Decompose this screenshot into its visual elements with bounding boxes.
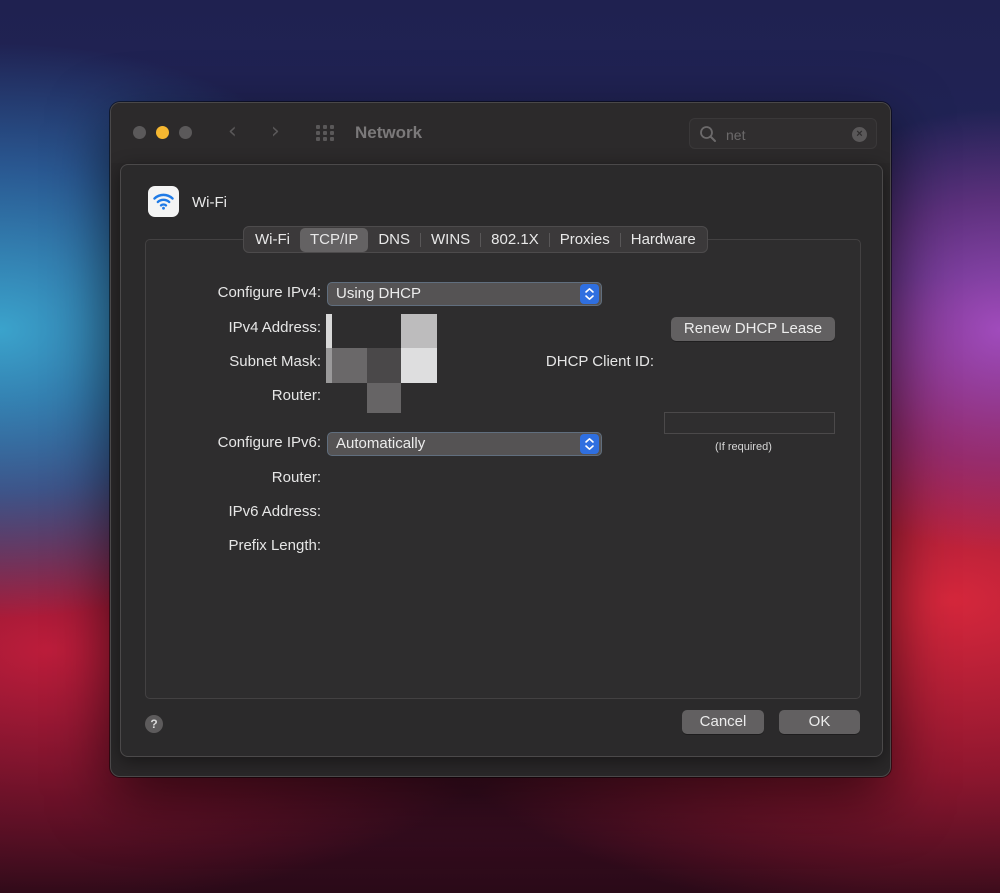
help-button[interactable]: ? — [145, 715, 163, 733]
forward-arrow-icon[interactable]: › — [271, 119, 280, 144]
client-id-note: (If required) — [715, 441, 772, 453]
popup-chevrons-icon — [580, 284, 599, 304]
show-all-grid-icon[interactable] — [316, 125, 336, 141]
tab-8021x[interactable]: 802.1X — [481, 228, 549, 252]
ipv4-router-label: Router: — [271, 387, 321, 404]
tab-wifi[interactable]: Wi-Fi — [245, 228, 300, 252]
configure-ipv6-popup[interactable]: Automatically — [327, 432, 602, 456]
clear-search-icon[interactable]: × — [852, 127, 867, 142]
configure-ipv4-label: Configure IPv4: — [217, 284, 321, 301]
tab-tcpip[interactable]: TCP/IP — [299, 228, 369, 252]
close-window-button[interactable] — [133, 126, 146, 139]
wifi-icon — [148, 186, 179, 217]
service-name: Wi-Fi — [192, 194, 227, 211]
window-title: Network — [355, 123, 423, 142]
ipv4-address-label: IPv4 Address: — [228, 319, 321, 336]
prefix-length-label: Prefix Length: — [228, 537, 321, 554]
dhcp-client-id-label: DHCP Client ID: — [545, 353, 654, 370]
configure-ipv4-popup[interactable]: Using DHCP — [327, 282, 602, 306]
subnet-mask-label: Subnet Mask: — [229, 353, 321, 370]
ipv6-address-label: IPv6 Address: — [228, 503, 321, 520]
cancel-button[interactable]: Cancel — [682, 710, 764, 734]
configure-ipv6-value: Automatically — [336, 435, 426, 452]
popup-chevrons-icon — [580, 434, 599, 454]
configure-ipv4-value: Using DHCP — [336, 285, 422, 302]
search-icon — [700, 126, 716, 142]
ok-button[interactable]: OK — [779, 710, 860, 734]
dhcp-client-id-field[interactable] — [664, 412, 835, 434]
minimize-window-button[interactable] — [156, 126, 169, 139]
back-arrow-icon[interactable]: ‹ — [228, 119, 237, 144]
title-bar: ‹ › Network net × — [111, 103, 890, 163]
tab-bar: Wi-Fi TCP/IP DNS WINS 802.1X Proxies Har… — [243, 226, 708, 253]
search-input[interactable]: net — [726, 127, 745, 143]
ipv6-router-label: Router: — [271, 469, 321, 486]
configure-ipv6-label: Configure IPv6: — [217, 434, 321, 451]
tab-proxies[interactable]: Proxies — [550, 228, 620, 252]
zoom-window-button[interactable] — [179, 126, 192, 139]
tab-hardware[interactable]: Hardware — [621, 228, 706, 252]
network-preferences-window: ‹ › Network net × Wi-Fi Wi-Fi TCP/IP DNS… — [110, 102, 891, 777]
renew-dhcp-lease-button[interactable]: Renew DHCP Lease — [671, 317, 835, 341]
tab-dns[interactable]: DNS — [368, 228, 420, 252]
tcpip-sheet: Wi-Fi Wi-Fi TCP/IP DNS WINS 802.1X Proxi… — [120, 164, 883, 757]
search-field[interactable]: net × — [689, 118, 877, 149]
tab-wins[interactable]: WINS — [421, 228, 480, 252]
